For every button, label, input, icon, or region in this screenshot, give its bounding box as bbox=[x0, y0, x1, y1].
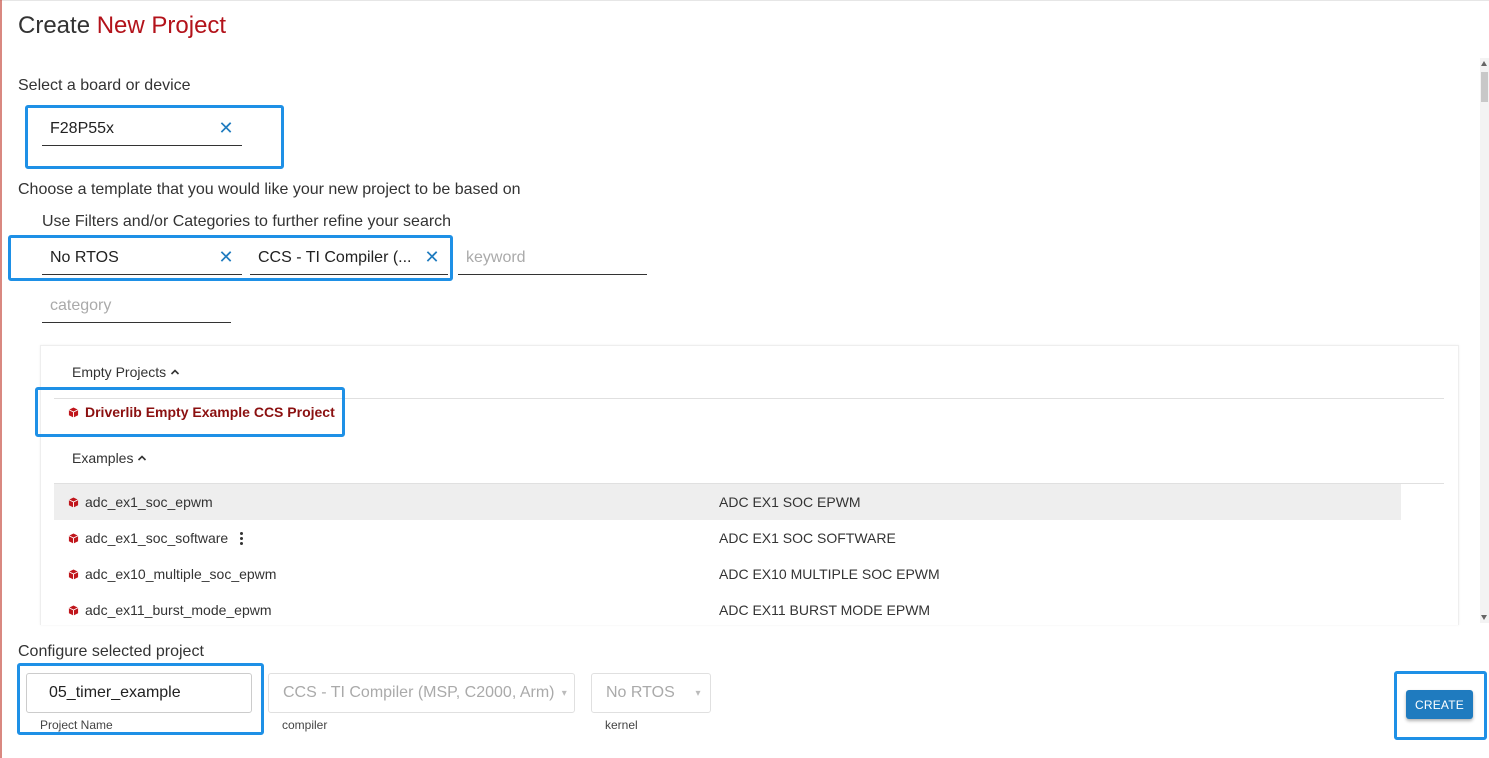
clear-compiler-filter-icon[interactable]: ✕ bbox=[420, 246, 444, 270]
row-description: ADC EX1 SOC EPWM bbox=[719, 494, 861, 510]
row-description: ADC EX1 SOC SOFTWARE bbox=[719, 530, 896, 546]
row-name: adc_ex11_burst_mode_epwm bbox=[68, 602, 272, 618]
empty-project-name: Driverlib Empty Example CCS Project bbox=[85, 404, 335, 420]
kernel-label: kernel bbox=[605, 718, 638, 732]
project-cube-icon bbox=[68, 496, 79, 508]
scroll-thumb[interactable] bbox=[1481, 72, 1488, 102]
row-name-text: adc_ex11_burst_mode_epwm bbox=[85, 602, 272, 618]
clear-board-icon[interactable]: ✕ bbox=[214, 117, 238, 141]
compiler-value: CCS - TI Compiler (MSP, C2000, Arm) bbox=[283, 684, 555, 701]
create-button[interactable]: CREATE bbox=[1406, 690, 1473, 719]
rtos-filter[interactable]: No RTOS ✕ bbox=[42, 241, 242, 275]
examples-header-label: Examples bbox=[72, 450, 134, 466]
left-accent-border bbox=[0, 0, 2, 758]
more-options-icon[interactable] bbox=[240, 531, 244, 545]
project-cube-icon bbox=[68, 568, 79, 580]
filters-label: Use Filters and/or Categories to further… bbox=[42, 213, 452, 230]
project-cube-icon bbox=[68, 532, 79, 544]
kernel-value: No RTOS bbox=[606, 684, 675, 701]
kernel-select[interactable]: No RTOS ▾ bbox=[591, 673, 711, 713]
row-name-text: adc_ex10_multiple_soc_epwm bbox=[85, 566, 277, 582]
compiler-select[interactable]: CCS - TI Compiler (MSP, C2000, Arm) ▾ bbox=[268, 673, 575, 713]
chevron-up-icon bbox=[171, 369, 180, 375]
section-divider bbox=[54, 398, 1444, 399]
row-name-text: adc_ex1_soc_software bbox=[85, 530, 229, 546]
examples-header[interactable]: Examples bbox=[72, 450, 147, 466]
compiler-label: compiler bbox=[282, 718, 328, 732]
compiler-filter-value: CCS - TI Compiler (... bbox=[258, 248, 412, 266]
project-cube-icon bbox=[68, 604, 79, 616]
row-name-text: adc_ex1_soc_epwm bbox=[85, 494, 213, 510]
top-divider bbox=[0, 0, 1489, 1]
row-name: adc_ex1_soc_software bbox=[68, 530, 244, 546]
project-name-value: 05_timer_example bbox=[49, 684, 181, 701]
category-input[interactable]: category bbox=[42, 289, 231, 323]
empty-project-item[interactable]: Driverlib Empty Example CCS Project bbox=[68, 404, 335, 420]
row-name: adc_ex1_soc_epwm bbox=[68, 494, 213, 510]
page-title: Create New Project bbox=[18, 12, 227, 39]
board-value: F28P55x bbox=[50, 119, 115, 137]
keyword-placeholder: keyword bbox=[466, 248, 526, 266]
template-label: Choose a template that you would like yo… bbox=[18, 181, 521, 198]
dropdown-caret-icon: ▾ bbox=[561, 687, 567, 699]
scroll-down-icon[interactable] bbox=[1481, 615, 1487, 620]
row-description: ADC EX11 BURST MODE EPWM bbox=[719, 602, 931, 618]
row-description: ADC EX10 MULTIPLE SOC EPWM bbox=[719, 566, 940, 582]
clear-rtos-filter-icon[interactable]: ✕ bbox=[214, 246, 238, 270]
dropdown-caret-icon: ▾ bbox=[695, 687, 701, 699]
keyword-input[interactable]: keyword bbox=[458, 241, 647, 275]
scroll-up-icon[interactable] bbox=[1481, 61, 1487, 66]
project-name-input[interactable]: 05_timer_example bbox=[26, 673, 252, 713]
table-row[interactable]: adc_ex11_burst_mode_epwm ADC EX11 BURST … bbox=[54, 592, 1401, 628]
empty-projects-header-label: Empty Projects bbox=[72, 364, 167, 380]
compiler-filter[interactable]: CCS - TI Compiler (... ✕ bbox=[250, 241, 448, 275]
category-placeholder: category bbox=[50, 296, 112, 314]
page-scrollbar[interactable] bbox=[1480, 58, 1489, 623]
rtos-filter-value: No RTOS bbox=[50, 248, 119, 266]
table-row[interactable]: adc_ex1_soc_epwm ADC EX1 SOC EPWM bbox=[54, 484, 1401, 520]
project-cube-icon bbox=[68, 406, 79, 418]
table-row[interactable]: adc_ex10_multiple_soc_epwm ADC EX10 MULT… bbox=[54, 556, 1401, 592]
row-name: adc_ex10_multiple_soc_epwm bbox=[68, 566, 276, 582]
table-row[interactable]: adc_ex1_soc_software ADC EX1 SOC SOFTWAR… bbox=[54, 520, 1401, 556]
chevron-up-icon bbox=[138, 455, 147, 461]
configure-label: Configure selected project bbox=[18, 643, 204, 660]
empty-projects-header[interactable]: Empty Projects bbox=[72, 364, 180, 380]
project-name-label: Project Name bbox=[40, 718, 113, 732]
board-label: Select a board or device bbox=[18, 77, 191, 94]
board-select[interactable]: F28P55x ✕ bbox=[42, 112, 242, 146]
